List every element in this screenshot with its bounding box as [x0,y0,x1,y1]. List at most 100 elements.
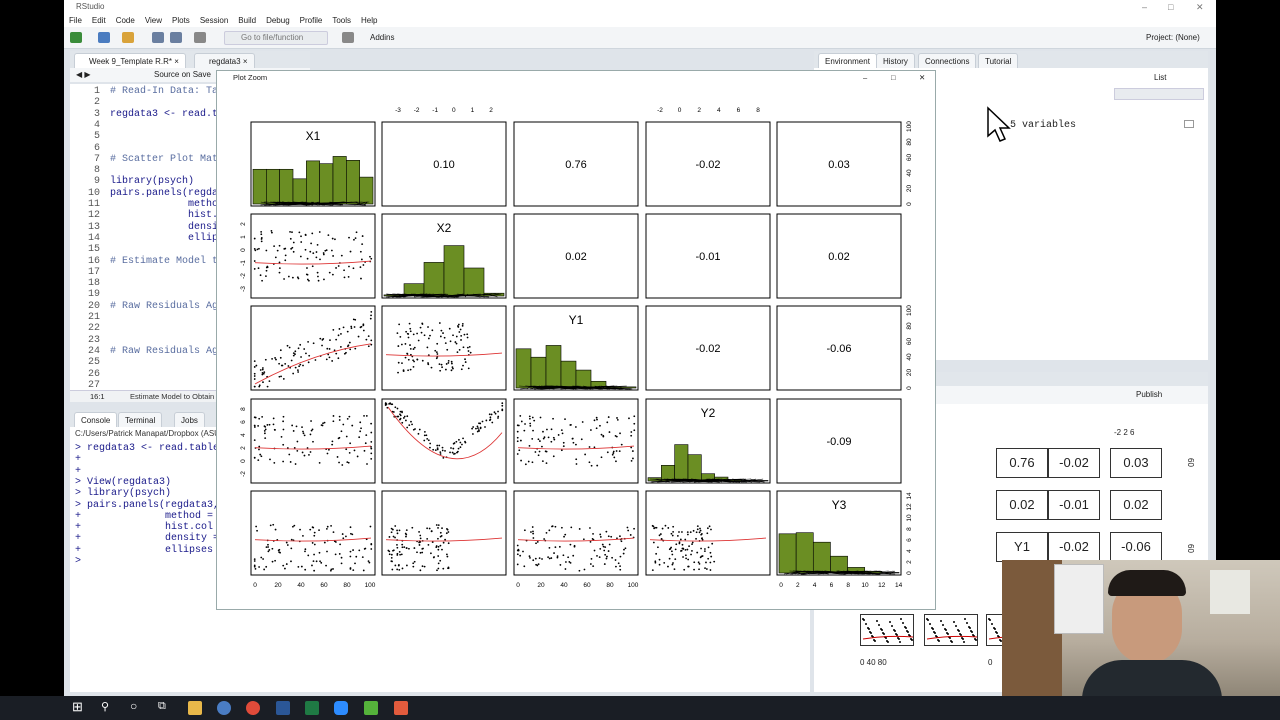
menu-item-plots[interactable]: Plots [172,16,190,25]
scatter-point [349,550,352,553]
scatter-point [370,311,373,313]
minimize-icon[interactable]: – [1142,0,1147,14]
chrome-icon[interactable] [246,701,260,715]
tab-tutorial[interactable]: Tutorial [978,53,1019,68]
zoom-minimize-icon[interactable]: – [863,71,867,85]
close-icon[interactable]: ✕ [1196,0,1204,14]
scatter-point [292,430,295,432]
code-line[interactable]: library(psych) [110,176,194,187]
addins-menu[interactable]: Addins [370,33,394,42]
menu-item-session[interactable]: Session [200,16,228,25]
save-icon[interactable] [152,32,164,43]
project-menu[interactable]: Project: (None) [1146,33,1200,42]
bottom-axis-tick: 8 [846,582,850,589]
open-file-icon[interactable] [122,32,134,43]
scatter-point [318,529,320,532]
maximize-icon[interactable]: □ [1168,0,1173,14]
scatter-point [655,526,658,529]
mini-corr-cell: -0.01 [1048,490,1100,520]
scatter-point [353,326,356,328]
scatter-point [536,541,539,543]
goto-file-input[interactable]: Go to file/function [224,31,328,45]
scatter-point [396,546,399,549]
scatter-point [695,537,697,540]
tab-console[interactable]: Console [74,412,118,427]
grid-view-icon[interactable] [1184,120,1194,128]
workspace-panes-icon[interactable] [342,32,354,43]
publish-button[interactable]: Publish [1136,390,1162,399]
scatter-point [396,552,399,555]
menu-item-help[interactable]: Help [361,16,377,25]
scatter-point [400,553,403,556]
zoom-maximize-icon[interactable]: □ [891,71,896,85]
tab-regdata3[interactable]: regdata3 × [194,53,255,68]
menu-item-code[interactable]: Code [116,16,135,25]
file-explorer-icon[interactable] [188,701,202,715]
task-view-icon[interactable]: ⧉ [158,700,166,713]
scatter-point [399,553,402,556]
scatter-point [326,525,329,528]
scatter-point [288,453,291,456]
cortana-icon[interactable]: ○ [130,699,137,713]
console-line: > [75,556,88,567]
excel-icon[interactable] [305,701,319,715]
scatter-point [297,566,300,568]
scatter-point [405,330,408,333]
back-icon[interactable]: ◀ ▶ [76,68,91,82]
scatter-point [449,451,451,454]
source-on-save[interactable]: Source on Save [154,68,211,82]
menu-item-profile[interactable]: Profile [300,16,323,25]
windows-start-icon[interactable]: ⊞ [72,699,83,715]
menu-item-build[interactable]: Build [238,16,256,25]
scatter-point [591,538,594,540]
scatter-point [329,569,332,572]
scatter-point [334,553,337,556]
scatter-point [668,557,671,560]
scatter-point [335,338,338,341]
scatter-point [572,554,575,557]
scatter-point [602,434,605,437]
scatter-point [463,333,466,336]
scatter-point [369,255,371,258]
scatter-point [466,346,469,349]
scatter-point [280,375,282,378]
scatter-point [258,566,261,568]
tab-environment[interactable]: Environment [818,53,877,68]
scatter-point [437,562,440,565]
tab-connections[interactable]: Connections [918,53,977,68]
scatter-point [534,557,537,560]
new-project-icon[interactable] [98,32,110,43]
correlation-value: -0.06 [826,343,851,355]
line-number: 10 [87,187,100,199]
scatter-point [334,541,337,543]
save-all-icon[interactable] [170,32,182,43]
search-icon[interactable]: ⚲ [101,700,109,713]
word-icon[interactable] [276,701,290,715]
menu-item-edit[interactable]: Edit [92,16,106,25]
zoom-close-icon[interactable]: ✕ [919,71,925,85]
scatter-point [411,423,413,426]
list-view-toggle[interactable]: List [1154,73,1166,82]
scatter-point [604,553,607,556]
scatter-point [361,556,364,559]
menu-item-debug[interactable]: Debug [266,16,290,25]
recorder-icon[interactable] [394,701,408,715]
tab-terminal[interactable]: Terminal [118,412,163,427]
new-file-icon[interactable] [70,32,82,43]
zoom-icon[interactable] [334,701,348,715]
tab-jobs[interactable]: Jobs [174,412,205,427]
menu-item-file[interactable]: File [69,16,82,25]
print-icon[interactable] [194,32,206,43]
bottom-axis-tick: 4 [813,582,817,589]
menu-bar: File Edit Code View Plots Session Build Debug Pr… [64,14,1216,27]
tab-history[interactable]: History [876,53,915,68]
camtasia-icon[interactable] [364,701,378,715]
scatter-point [411,526,414,529]
scatter-point [259,369,262,371]
menu-item-view[interactable]: View [145,16,162,25]
tab-week9-template[interactable]: Week 9_Template R.R* × [74,53,186,68]
rstudio-taskbar-icon[interactable] [217,701,231,715]
env-search-input[interactable] [1114,88,1204,100]
menu-item-tools[interactable]: Tools [332,16,351,25]
data-summary[interactable]: 5 variables [1010,120,1076,131]
